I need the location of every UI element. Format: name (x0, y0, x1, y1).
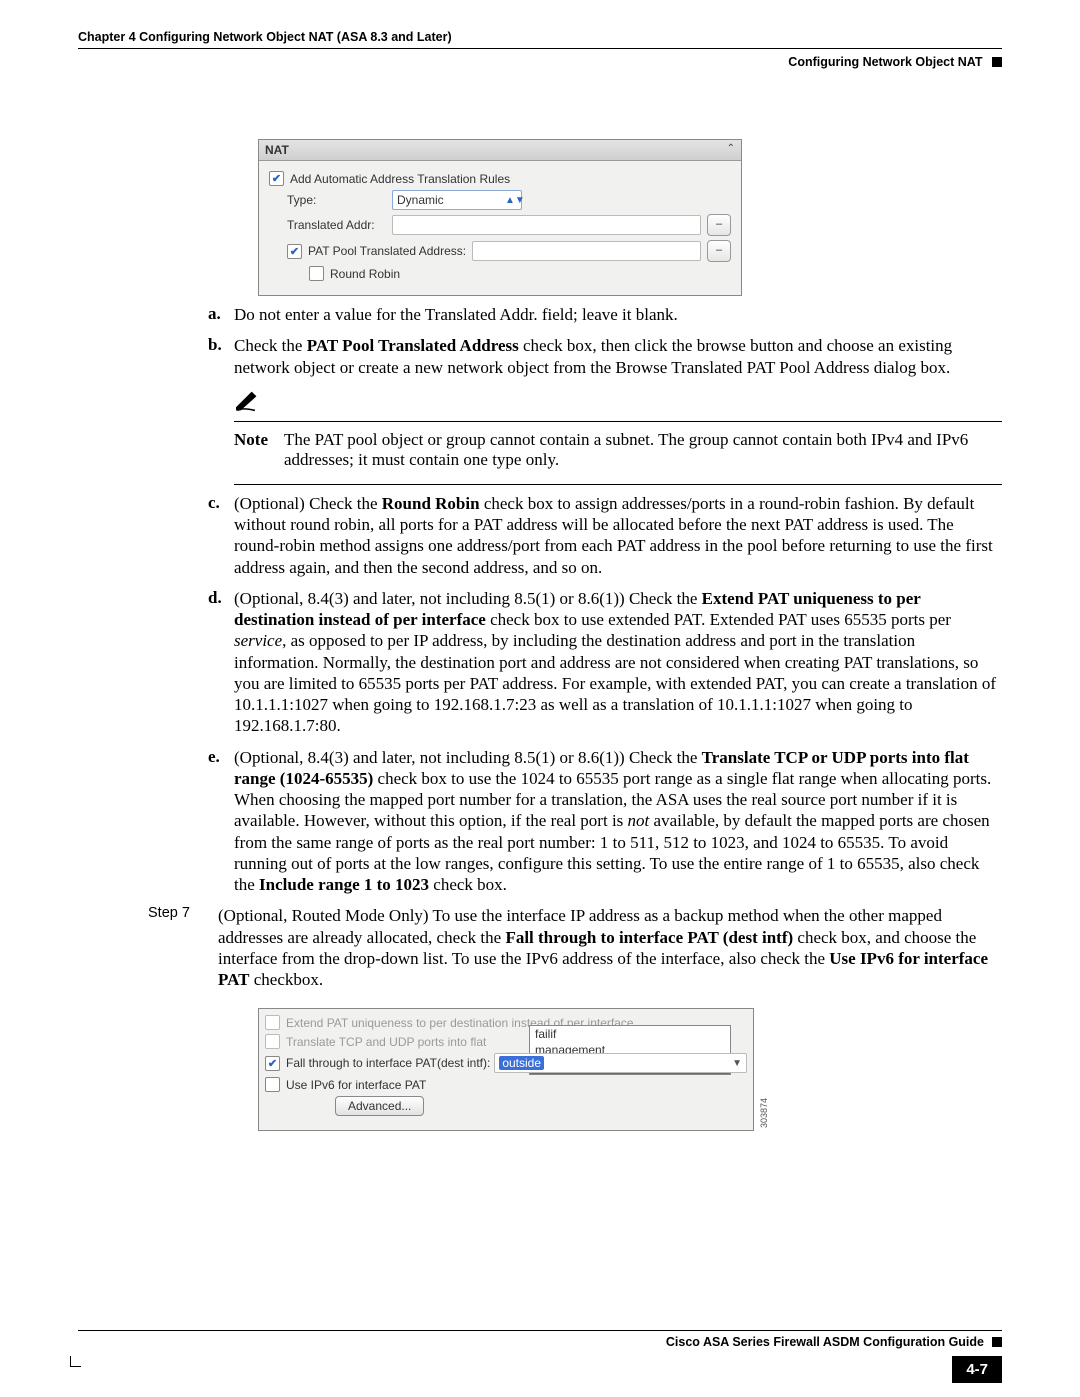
round-robin-label: Round Robin (330, 267, 400, 281)
item-a-text: Do not enter a value for the Translated … (234, 304, 1002, 325)
page-number: 4-7 (952, 1356, 1002, 1383)
footer-marker-icon (992, 1337, 1002, 1347)
page-footer: Cisco ASA Series Firewall ASDM Configura… (78, 1330, 1002, 1349)
list-marker: b. (208, 335, 234, 378)
item-c-text: (Optional) Check the Round Robin check b… (234, 493, 1002, 578)
crop-mark-icon (70, 1356, 81, 1367)
use-ipv6-checkbox[interactable] (265, 1077, 280, 1092)
nat-panel-body: ✔ Add Automatic Address Translation Rule… (259, 161, 741, 295)
translate-tcp-label: Translate TCP and UDP ports into flat (286, 1035, 486, 1049)
use-ipv6-label: Use IPv6 for interface PAT (286, 1078, 426, 1092)
nat-panel-screenshot: NAT ⌃ ✔ Add Automatic Address Translatio… (258, 139, 742, 296)
note-rule-bottom (234, 484, 1002, 485)
chevron-down-icon: ▼ (732, 1058, 742, 1069)
type-combobox-value: Dynamic (397, 193, 444, 207)
fall-through-label: Fall through to interface PAT(dest intf)… (286, 1056, 490, 1070)
pat-pool-input[interactable] (472, 241, 701, 261)
interface-select[interactable]: outside ▼ (494, 1053, 747, 1073)
interface-select-value: outside (499, 1056, 544, 1070)
page: Chapter 4 Configuring Network Object NAT… (0, 0, 1080, 1397)
translated-addr-browse-button[interactable]: – (707, 214, 731, 236)
chapter-header: Chapter 4 Configuring Network Object NAT… (78, 30, 1002, 48)
list-marker: e. (208, 747, 234, 896)
note-block: Note The PAT pool object or group cannot… (234, 430, 1002, 470)
extend-pat-checkbox[interactable] (265, 1015, 280, 1030)
list-item: e. (Optional, 8.4(3) and later, not incl… (208, 747, 1002, 896)
footer-guide-title: Cisco ASA Series Firewall ASDM Configura… (666, 1335, 984, 1349)
section-header: Configuring Network Object NAT (78, 49, 1002, 69)
nat-panel-title: NAT (265, 143, 289, 157)
list-item: b. Check the PAT Pool Translated Address… (208, 335, 1002, 378)
list-item: c. (Optional) Check the Round Robin chec… (208, 493, 1002, 578)
add-auto-checkbox[interactable]: ✔ (269, 171, 284, 186)
interface-pat-screenshot: Extend PAT uniqueness to per destination… (258, 1008, 754, 1131)
list-marker: a. (208, 304, 234, 325)
step-7-text: (Optional, Routed Mode Only) To use the … (218, 905, 1002, 990)
round-robin-checkbox[interactable] (309, 266, 324, 281)
step-7: Step 7 (Optional, Routed Mode Only) To u… (178, 905, 1002, 990)
body-text: a. Do not enter a value for the Translat… (208, 304, 1002, 895)
item-e-text: (Optional, 8.4(3) and later, not includi… (234, 747, 1002, 896)
type-combobox[interactable]: Dynamic ▲▼ (392, 190, 522, 210)
header-marker-icon (992, 57, 1002, 67)
list-item: a. Do not enter a value for the Translat… (208, 304, 1002, 325)
note-label: Note (234, 430, 284, 470)
step-label: Step 7 (148, 905, 218, 990)
header-rule (78, 48, 1002, 49)
note-rule-top (234, 421, 1002, 422)
pat-pool-label: PAT Pool Translated Address: (308, 244, 466, 258)
collapse-icon[interactable]: ⌃ (727, 143, 735, 157)
pat-pool-checkbox[interactable]: ✔ (287, 244, 302, 259)
add-auto-label: Add Automatic Address Translation Rules (290, 172, 510, 186)
figure-id-label: 303874 (759, 1098, 769, 1128)
interface-option-failif[interactable]: failif (530, 1026, 730, 1042)
item-d-text: (Optional, 8.4(3) and later, not includi… (234, 588, 1002, 737)
fall-through-checkbox[interactable]: ✔ (265, 1056, 280, 1071)
translate-tcp-checkbox[interactable] (265, 1034, 280, 1049)
list-marker: c. (208, 493, 234, 578)
pat-pool-browse-button[interactable]: – (707, 240, 731, 262)
type-label: Type: (287, 193, 392, 207)
note-pencil-icon (234, 390, 260, 417)
list-marker: d. (208, 588, 234, 737)
translated-addr-label: Translated Addr: (287, 218, 392, 232)
list-item: d. (Optional, 8.4(3) and later, not incl… (208, 588, 1002, 737)
advanced-button[interactable]: Advanced... (335, 1096, 424, 1116)
chevron-updown-icon: ▲▼ (505, 195, 517, 206)
item-b-text: Check the PAT Pool Translated Address ch… (234, 335, 1002, 378)
note-text: The PAT pool object or group cannot cont… (284, 430, 1002, 470)
translated-addr-input[interactable] (392, 215, 701, 235)
section-header-text: Configuring Network Object NAT (788, 55, 982, 69)
nat-panel-titlebar: NAT ⌃ (259, 140, 741, 161)
